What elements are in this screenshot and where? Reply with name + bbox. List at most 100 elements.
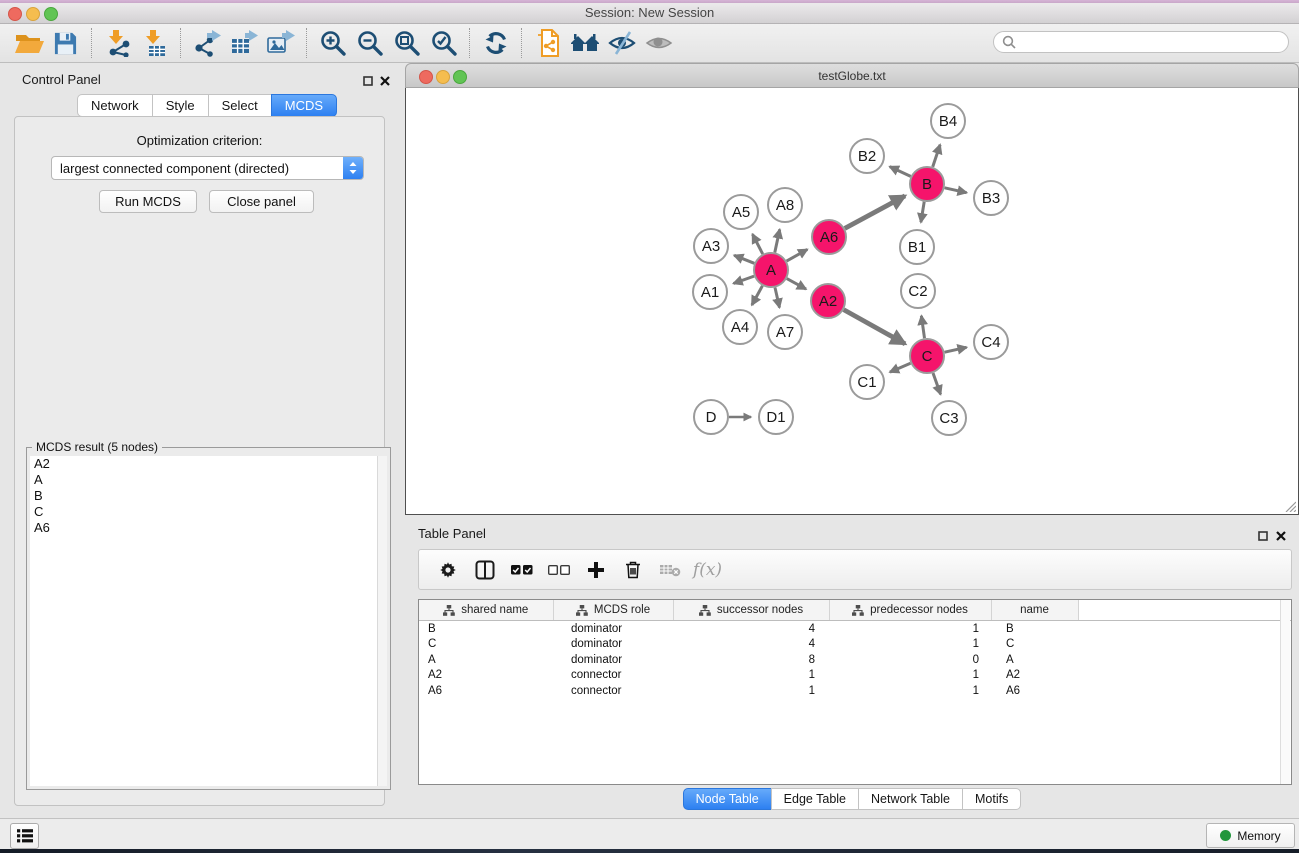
graph-edge-A-A3[interactable] <box>734 255 754 263</box>
close-traffic-light[interactable] <box>8 7 22 21</box>
float-panel-icon[interactable] <box>363 73 373 91</box>
show-columns-button[interactable] <box>466 555 503 585</box>
zoom-traffic-light[interactable] <box>453 70 467 84</box>
column-header-successor-nodes[interactable]: successor nodes <box>673 600 829 621</box>
criterion-dropdown[interactable]: largest connected component (directed) <box>51 156 364 180</box>
close-traffic-light[interactable] <box>419 70 433 84</box>
network-window-titlebar[interactable]: testGlobe.txt <box>405 63 1299 88</box>
table-settings-button[interactable] <box>429 555 466 585</box>
eye-icon <box>645 32 673 54</box>
network-canvas[interactable]: B4B2BB3A8A5A6A3B1AA1C2A2A4A7C4CC1C3DD1 <box>405 88 1299 515</box>
graph-edge-C-C3[interactable] <box>933 373 941 394</box>
tree-icon <box>699 605 711 616</box>
columns-icon <box>475 560 495 580</box>
table-row[interactable]: A6connector11A6 <box>419 683 1291 699</box>
mcds-result-list[interactable]: A2ABCA6 <box>30 456 378 786</box>
graph-edge-B-B4[interactable] <box>933 145 940 167</box>
column-header-predecessor-nodes[interactable]: predecessor nodes <box>829 600 991 621</box>
refresh-view-button[interactable] <box>477 27 514 59</box>
graph-edge-C-C1[interactable] <box>890 363 911 372</box>
eye-slash-icon <box>607 30 637 56</box>
graph-edge-A-A1[interactable] <box>734 276 755 283</box>
import-network-button[interactable] <box>99 27 136 59</box>
search-input[interactable] <box>1021 33 1288 51</box>
export-table-button[interactable] <box>225 27 262 59</box>
graph-edge-A-A2[interactable] <box>787 279 806 290</box>
graph-edge-A-A7[interactable] <box>775 288 780 308</box>
tab-style[interactable]: Style <box>152 94 209 117</box>
save-session-button[interactable] <box>47 27 84 59</box>
graph-edge-C-C4[interactable] <box>945 347 967 352</box>
export-image-button[interactable] <box>262 27 299 59</box>
graph-edge-C-C2[interactable] <box>921 316 924 338</box>
up-down-chevrons-icon <box>348 161 358 175</box>
task-history-button[interactable] <box>10 823 39 849</box>
close-panel-icon[interactable] <box>380 73 390 91</box>
graph-edge-B-B1[interactable] <box>921 202 924 223</box>
graph-edge-A2-C[interactable] <box>844 310 905 344</box>
add-column-button[interactable] <box>577 555 614 585</box>
tab-motifs[interactable]: Motifs <box>962 788 1021 810</box>
zoom-out-button[interactable] <box>351 27 388 59</box>
tab-edge-table[interactable]: Edge Table <box>771 788 859 810</box>
tab-node-table[interactable]: Node Table <box>683 788 772 810</box>
column-header-name[interactable]: name <box>991 600 1078 621</box>
table-row[interactable]: Bdominator41B <box>419 621 1291 637</box>
mcds-result-item[interactable]: C <box>30 504 378 520</box>
export-network-button[interactable] <box>188 27 225 59</box>
tab-network-table[interactable]: Network Table <box>858 788 963 810</box>
float-panel-icon[interactable] <box>1258 528 1268 546</box>
resize-grip-icon[interactable] <box>1283 499 1296 512</box>
tab-mcds[interactable]: MCDS <box>271 94 337 117</box>
graph-node-label-D: D <box>706 409 717 426</box>
new-network-from-selection-button[interactable] <box>529 27 566 59</box>
column-header-shared-name[interactable]: shared name <box>419 600 553 621</box>
mcds-result-item[interactable]: A <box>30 472 378 488</box>
hide-graphics-details-button[interactable] <box>603 27 640 59</box>
table-row[interactable]: Adominator80A <box>419 652 1291 668</box>
table-scrollbar[interactable] <box>1280 600 1290 784</box>
graph-node-label-A7: A7 <box>776 324 794 341</box>
graph-edge-A-A6[interactable] <box>787 249 808 261</box>
run-mcds-button[interactable]: Run MCDS <box>99 190 197 213</box>
close-panel-icon[interactable] <box>1276 528 1286 546</box>
select-all-button[interactable] <box>503 555 540 585</box>
minimize-traffic-light[interactable] <box>436 70 450 84</box>
graph-node-label-A1: A1 <box>701 284 719 301</box>
delete-column-button[interactable] <box>614 555 651 585</box>
tab-select[interactable]: Select <box>208 94 272 117</box>
deselect-all-button[interactable] <box>540 555 577 585</box>
graph-edge-A-A4[interactable] <box>752 286 763 305</box>
delete-table-button-disabled[interactable] <box>651 555 688 585</box>
import-table-button[interactable] <box>136 27 173 59</box>
column-header-MCDS-role[interactable]: MCDS role <box>553 600 673 621</box>
zoom-traffic-light[interactable] <box>44 7 58 21</box>
zoom-selected-button[interactable] <box>425 27 462 59</box>
memory-button[interactable]: Memory <box>1206 823 1295 848</box>
graph-edge-A-A5[interactable] <box>753 234 763 254</box>
table-row[interactable]: A2connector11A2 <box>419 668 1291 684</box>
zoom-in-button[interactable] <box>314 27 351 59</box>
graph-node-label-A3: A3 <box>702 238 720 255</box>
mcds-result-item[interactable]: B <box>30 488 378 504</box>
table-row[interactable]: Cdominator41C <box>419 637 1291 653</box>
close-panel-button[interactable]: Close panel <box>209 190 314 213</box>
search-field[interactable] <box>993 31 1289 53</box>
open-session-button[interactable] <box>10 27 47 59</box>
graph-node-label-B3: B3 <box>982 190 1000 207</box>
graph-edge-B-B3[interactable] <box>945 188 967 193</box>
application-window: Session: New Session <box>0 0 1299 853</box>
zoom-fit-button[interactable] <box>388 27 425 59</box>
graph-edge-B-B2[interactable] <box>890 167 911 177</box>
mcds-result-item[interactable]: A6 <box>30 520 378 536</box>
tab-network[interactable]: Network <box>77 94 153 117</box>
function-builder-button-disabled[interactable]: f(x) <box>688 555 725 585</box>
graph-edge-A-A8[interactable] <box>775 229 780 252</box>
ndex-button[interactable] <box>566 27 603 59</box>
list-scrollbar[interactable] <box>377 456 387 786</box>
mcds-result-item[interactable]: A2 <box>30 456 378 472</box>
show-graphics-details-button[interactable] <box>640 27 677 59</box>
refresh-icon <box>483 30 509 56</box>
graph-edge-A6-B[interactable] <box>845 196 905 229</box>
minimize-traffic-light[interactable] <box>26 7 40 21</box>
